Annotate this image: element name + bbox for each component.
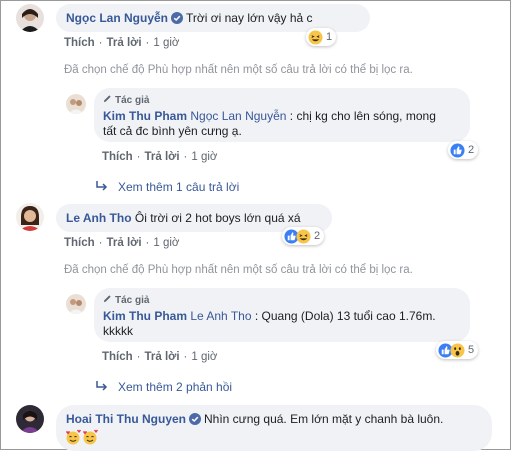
filter-note: Đã chọn chế độ Phù hợp nhất nên một số c… [64,64,413,76]
comment-actions: Thích · Trả lời · 1 giờ [64,37,180,49]
like-link[interactable]: Thích [64,237,95,249]
reaction-count: 1 [326,31,333,43]
haha-reaction-icon [296,228,311,244]
comment-text: Ôi trời ơi 2 hot boys lớn quá xá [134,211,301,225]
view-more-replies[interactable]: Xem thêm 1 câu trả lời [96,180,239,194]
reaction-summary[interactable]: 2 [282,227,325,245]
mention[interactable]: Ngọc Lan Nguyễn [190,109,286,123]
avatar[interactable] [16,405,44,433]
reaction-count: 2 [468,144,475,156]
wow-reaction-icon [450,342,465,358]
reply-text-line-1: : Quang (Dola) 13 tuổi cao 1.76m. [254,309,436,323]
reaction-summary[interactable]: 1 [306,28,337,46]
reply-actions: Thích · Trả lời · 1 giờ [102,151,218,163]
comment-text: Nhìn cưng quá. Em lớn mặt y chanh bà luô… [204,412,444,426]
smiling-face-with-hearts-icon [65,429,81,450]
like-link[interactable]: Thích [102,151,133,163]
reply-link[interactable]: Trả lời [145,351,180,363]
reply-text-line-1: : chị kg cho lên sóng, mong [289,109,436,123]
avatar[interactable] [66,94,86,114]
reaction-summary[interactable]: 5 [436,341,479,359]
comment-author[interactable]: Hoai Thi Thu Nguyen [66,412,186,426]
view-more-replies[interactable]: Xem thêm 2 phản hồi [96,380,232,394]
reply-author[interactable]: Kim Thu Pham [103,109,187,123]
verified-badge-icon [189,413,201,430]
reply-arrow-icon [96,180,108,194]
timestamp[interactable]: 1 giờ [191,351,217,363]
pencil-icon [103,292,112,309]
mention[interactable]: Le Anh Tho [190,309,251,323]
filter-note: Đã chọn chế độ Phù hợp nhất nên một số c… [64,264,413,276]
comment-actions: Thích · Trả lời · 1 giờ [64,237,180,249]
reaction-count: 5 [468,344,475,356]
reply-actions: Thích · Trả lời · 1 giờ [102,351,218,363]
timestamp[interactable]: 1 giờ [153,37,179,49]
smiling-face-with-hearts-icon [82,429,98,450]
timestamp[interactable]: 1 giờ [191,151,217,163]
reply-link[interactable]: Trả lời [107,237,142,249]
reply-link[interactable]: Trả lời [145,151,180,163]
timestamp[interactable]: 1 giờ [153,237,179,249]
reply-text-line-2: kkkkk [103,324,133,338]
view-more-label[interactable]: Xem thêm 2 phản hồi [118,380,232,394]
avatar[interactable] [66,294,86,314]
reply-link[interactable]: Trả lời [107,37,142,49]
reply-bubble: Tác giả Kim Thu Pham Ngọc Lan Nguyễn : c… [94,88,470,142]
author-tag: Tác giả [115,95,150,106]
reply-author[interactable]: Kim Thu Pham [103,309,187,323]
haha-reaction-icon [308,29,323,45]
comment-text: Trời ơi nay lớn vậy hả c [186,11,313,25]
reply-arrow-icon [96,380,108,394]
reply-bubble: Tác giả Kim Thu Pham Le Anh Tho : Quang … [94,288,470,342]
reaction-summary[interactable]: 2 [448,141,479,159]
avatar[interactable] [16,4,44,32]
like-reaction-icon [450,142,465,158]
pencil-icon [103,92,112,109]
comment-author[interactable]: Ngọc Lan Nguyễn [66,11,168,25]
avatar[interactable] [16,203,44,231]
like-link[interactable]: Thích [102,351,133,363]
author-tag: Tác giả [115,295,150,306]
reply-text-line-2: tất cả đc bình yên cưng ạ. [103,124,242,138]
reaction-count: 2 [314,230,321,242]
verified-badge-icon [171,12,184,29]
view-more-label[interactable]: Xem thêm 1 câu trả lời [118,180,239,194]
comment-bubble: Hoai Thi Thu Nguyen Nhìn cưng quá. Em lớn… [56,405,492,451]
like-link[interactable]: Thích [64,37,95,49]
comment-author[interactable]: Le Anh Tho [66,211,132,225]
